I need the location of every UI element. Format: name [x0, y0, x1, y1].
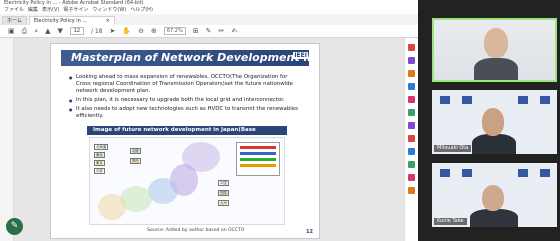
- save-icon[interactable]: ▣: [8, 27, 15, 35]
- tab-document[interactable]: Electricity Policy in ... ×: [28, 16, 115, 25]
- tools-pane: [404, 38, 418, 241]
- participant-video: [482, 108, 504, 136]
- participant-tile[interactable]: [432, 18, 557, 82]
- menu-window[interactable]: ウィンドウ(W): [92, 7, 126, 14]
- ieei-logo: [540, 96, 550, 104]
- navigation-pane[interactable]: [0, 38, 14, 241]
- figure-title: Image of future network development in J…: [87, 126, 287, 142]
- legend-line: [240, 164, 276, 167]
- combine-icon[interactable]: [408, 96, 415, 103]
- participant-video: [474, 58, 518, 80]
- protect-icon[interactable]: [408, 122, 415, 129]
- map-label: 九州: [218, 200, 229, 206]
- zoom-in-icon[interactable]: ⊕: [151, 27, 157, 35]
- menu-edit[interactable]: 編集: [28, 7, 38, 14]
- participant-tile[interactable]: Kunie Take: [432, 163, 557, 227]
- participant-name: Kunie Take: [434, 218, 467, 225]
- acrobat-window: Electricity Policy in ... - Adobe Acroba…: [0, 0, 418, 241]
- map-label: 北海道: [94, 144, 109, 150]
- ieei-logo: [440, 96, 450, 104]
- ieei-logo: [462, 96, 472, 104]
- fit-page-icon[interactable]: ⊞: [193, 27, 199, 35]
- bullet-list: Looking ahead to mass expansion of renew…: [69, 74, 299, 122]
- select-cursor-icon[interactable]: ➤: [110, 27, 116, 35]
- participant-video: [472, 134, 516, 154]
- map-label: 北陸: [130, 148, 141, 154]
- tab-document-label: Electricity Policy in ...: [33, 18, 88, 24]
- prev-page-icon[interactable]: ▲: [45, 27, 50, 35]
- bullet-item: In this plan, it is necessary to upgrade…: [69, 97, 299, 104]
- map-label: 中国: [218, 180, 229, 186]
- participant-name: Mitsuaki Ota: [434, 145, 472, 152]
- redact-icon[interactable]: [408, 135, 415, 142]
- ieei-logo: [518, 169, 528, 177]
- search-icon[interactable]: ⌕: [34, 27, 38, 36]
- close-icon[interactable]: ×: [106, 17, 110, 25]
- create-pdf-icon[interactable]: [408, 70, 415, 77]
- menu-file[interactable]: ファイル: [4, 7, 24, 14]
- fill-sign-icon[interactable]: [408, 148, 415, 155]
- ieei-logo: [462, 169, 472, 177]
- participant-video: [482, 185, 504, 211]
- window-title: Electricity Policy in ... - Adobe Acroba…: [0, 0, 418, 7]
- zoom-out-icon[interactable]: ⊖: [138, 27, 144, 35]
- map-label: 中部: [94, 168, 105, 174]
- menu-help[interactable]: ヘルプ(H): [130, 7, 153, 14]
- export-pdf-icon[interactable]: [408, 44, 415, 51]
- tab-bar: ホーム Electricity Policy in ... ×: [0, 14, 418, 25]
- bullet-item: Looking ahead to mass expansion of renew…: [69, 74, 299, 95]
- participant-tile[interactable]: Mitsuaki Ota: [432, 90, 557, 154]
- print-icon[interactable]: ⎙: [22, 27, 28, 36]
- legend-line: [240, 158, 276, 161]
- slide-header: Masterplan of Network Development in Jap…: [61, 50, 319, 66]
- comment-icon[interactable]: ✎: [206, 27, 212, 35]
- page-number-input[interactable]: 12: [69, 27, 84, 35]
- organize-icon[interactable]: [408, 109, 415, 116]
- document-viewer[interactable]: Masterplan of Network Development in Jap…: [0, 38, 404, 241]
- pdf-page: Masterplan of Network Development in Jap…: [50, 43, 320, 239]
- ieei-logo: [440, 169, 450, 177]
- page-total: / 18: [90, 27, 103, 35]
- map-region: [148, 178, 178, 204]
- map-label: 四国: [218, 190, 229, 196]
- figure-source: Source: Added by author based on OCCTO: [147, 228, 245, 233]
- bullet-item: It also needs to adopt new technologies …: [69, 106, 299, 120]
- toolbar: ▣ ⎙ ⌕ ▲ ▼ 12 / 18 ➤ ✋ ⊖ ⊕ 67.2% ⊞ ✎ ✏ ✍: [0, 25, 418, 38]
- legend-line: [240, 152, 276, 155]
- map-label: 東京: [94, 160, 105, 166]
- participant-video: [484, 28, 508, 58]
- legend-line: [240, 146, 276, 149]
- tab-home[interactable]: ホーム: [2, 16, 27, 25]
- map-legend: [236, 142, 280, 176]
- highlight-icon[interactable]: ✏: [219, 27, 225, 35]
- map-label: 関西: [130, 158, 141, 164]
- video-gallery: Mitsuaki Ota Kunie Take: [418, 0, 560, 241]
- more-tools-icon[interactable]: [408, 187, 415, 194]
- ieei-logo: IEEI: [293, 52, 308, 59]
- participant-video: [470, 209, 518, 227]
- sign-icon[interactable]: ✍: [231, 27, 237, 35]
- menu-esign[interactable]: 電子サイン: [63, 7, 88, 14]
- ieei-logo: [518, 96, 528, 104]
- slide-title: Masterplan of Network Development in Jap…: [71, 51, 319, 64]
- scan-icon[interactable]: [408, 161, 415, 168]
- zoom-level[interactable]: 67.2%: [163, 27, 186, 35]
- next-page-icon[interactable]: ▼: [58, 27, 63, 35]
- map-label: 東北: [94, 152, 105, 158]
- map-region: [98, 194, 126, 220]
- hand-tool-icon[interactable]: ✋: [122, 27, 131, 35]
- ieei-logo: [540, 169, 550, 177]
- help-icon[interactable]: ✎: [6, 218, 23, 235]
- slide-number: 12: [306, 229, 313, 235]
- menu-view[interactable]: 表示(V): [42, 7, 59, 14]
- comment-tool-icon[interactable]: [408, 83, 415, 90]
- menu-bar: ファイル 編集 表示(V) 電子サイン ウィンドウ(W) ヘルプ(H): [0, 7, 418, 14]
- compare-icon[interactable]: [408, 174, 415, 181]
- network-map: 北海道 東北 東京 中部 北陸 関西 中国 四国 九州: [89, 137, 285, 225]
- screen: Electricity Policy in ... - Adobe Acroba…: [0, 0, 560, 241]
- edit-pdf-icon[interactable]: [408, 57, 415, 64]
